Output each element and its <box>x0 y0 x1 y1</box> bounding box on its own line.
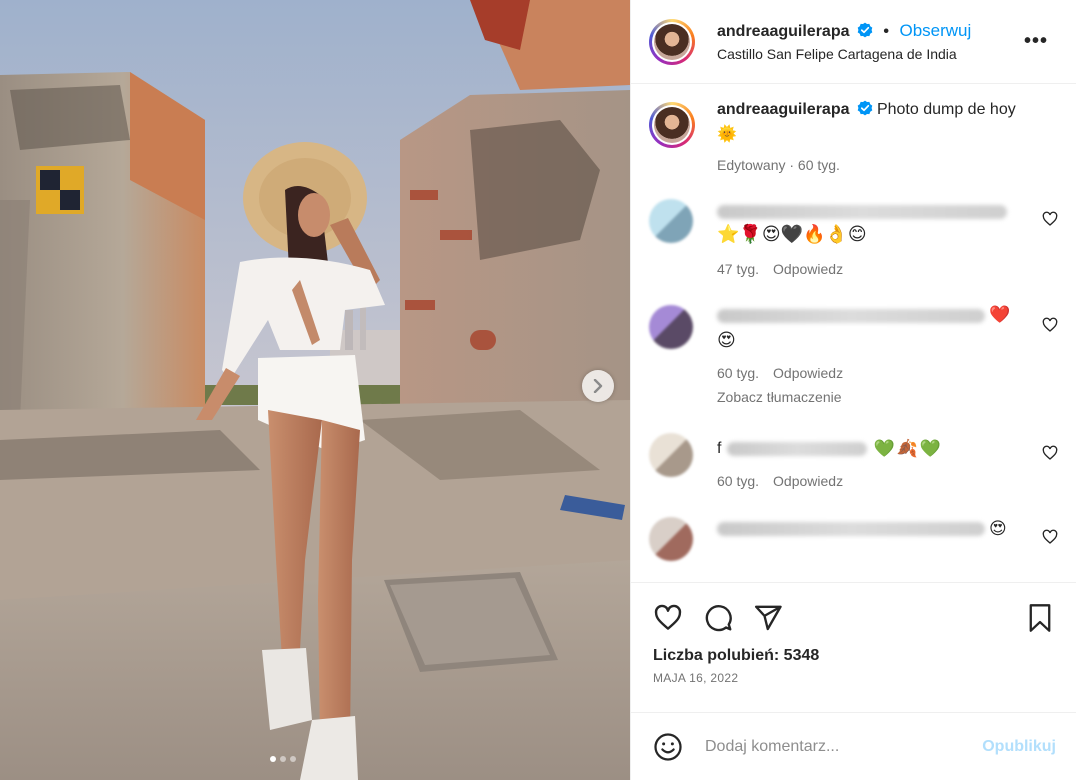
carousel-dot <box>270 756 276 762</box>
comment-trailing-emoji: 😍 <box>989 519 1007 539</box>
carousel-next-button[interactable] <box>582 370 614 402</box>
follow-button[interactable]: Obserwuj <box>899 21 971 40</box>
comment-button[interactable] <box>703 603 733 633</box>
blurred-username-prefix: f <box>717 440 722 457</box>
commenter-avatar[interactable] <box>649 517 693 561</box>
comment-trailing-emoji: ❤️ <box>989 305 1011 325</box>
publish-button[interactable]: Opublikuj <box>982 738 1056 756</box>
comment-input[interactable] <box>703 736 983 757</box>
post-side-panel: andreaaguilerapa • Obserwuj Castillo San… <box>630 0 1076 780</box>
comment-like-icon[interactable] <box>1042 317 1058 333</box>
commenter-avatar[interactable] <box>649 199 693 243</box>
comment-like-icon[interactable] <box>1042 445 1058 461</box>
author-username[interactable]: andreaaguilerapa <box>717 23 850 40</box>
blurred-username <box>717 205 1007 219</box>
commenter-avatar[interactable] <box>649 433 693 477</box>
post-date: MAJA 16, 2022 <box>653 671 739 685</box>
comment-meta: 47 tyg. Odpowiedz <box>717 261 1017 277</box>
action-icons <box>653 601 1054 635</box>
reply-button[interactable]: Odpowiedz <box>773 365 843 381</box>
comment-time[interactable]: 60 tyg. <box>717 473 759 489</box>
comment-item: ❤️ 😍 60 tyg. Odpowiedz Zobacz tłumaczenie <box>649 305 1058 405</box>
reply-button[interactable]: Odpowiedz <box>773 261 843 277</box>
emoji-picker-button[interactable] <box>653 732 683 762</box>
comment-meta: 60 tyg. Odpowiedz <box>717 365 1017 381</box>
verified-badge-icon <box>857 100 872 116</box>
comment-item: f 💚🍂💚 60 tyg. Odpowiedz <box>649 433 1058 489</box>
comment-trailing-emoji: 💚🍂💚 <box>873 439 943 459</box>
comment-meta: 60 tyg. Odpowiedz <box>717 473 1017 489</box>
comment-time[interactable]: 60 tyg. <box>717 365 759 381</box>
header-meta: andreaaguilerapa • Obserwuj Castillo San… <box>717 20 971 64</box>
sun-emoji: 🌞 <box>717 124 737 143</box>
bookmark-icon <box>1029 604 1051 632</box>
post-actions: Liczba polubień: 5348 MAJA 16, 2022 <box>631 582 1076 712</box>
commenter-avatar[interactable] <box>649 305 693 349</box>
add-comment-bar: Opublikuj <box>631 712 1076 780</box>
post-caption: andreaaguilerapa Photo dump de hoy 🌞 Edy… <box>649 98 1058 173</box>
blurred-username <box>717 522 985 536</box>
separator-dot: • <box>883 22 890 40</box>
caption-text: Photo dump de hoy <box>876 101 1016 118</box>
comment-like-icon[interactable] <box>1042 211 1058 227</box>
carousel-dot <box>290 756 296 762</box>
author-avatar[interactable] <box>649 18 695 65</box>
comment-like-icon[interactable] <box>1042 529 1058 545</box>
post-location[interactable]: Castillo San Felipe Cartagena de India <box>717 45 971 63</box>
photo-scene <box>0 0 630 780</box>
reply-button[interactable]: Odpowiedz <box>773 473 843 489</box>
comment-item: ⭐🌹😍🖤🔥👌😊 47 tyg. Odpowiedz <box>649 199 1058 277</box>
caption-edited-time: Edytowany · 60 tyg. <box>717 157 840 173</box>
instagram-post: andreaaguilerapa • Obserwuj Castillo San… <box>0 0 1076 780</box>
paper-plane-icon <box>754 605 782 631</box>
carousel-dot <box>280 756 286 762</box>
heart-icon <box>654 604 682 630</box>
save-button[interactable] <box>1026 603 1054 633</box>
post-header: andreaaguilerapa • Obserwuj Castillo San… <box>631 0 1076 84</box>
comment-emoji: 😍 <box>717 330 736 351</box>
comment-item: 😍 <box>649 517 1058 561</box>
post-photo[interactable] <box>0 0 630 780</box>
comment-icon <box>705 605 732 632</box>
avatar-image <box>654 107 690 143</box>
carousel-dots <box>270 756 296 762</box>
chevron-right-icon <box>593 379 603 393</box>
more-options-button[interactable]: ••• <box>1024 30 1048 53</box>
comment-emoji: ⭐🌹😍🖤🔥👌😊 <box>717 224 867 245</box>
smiley-icon <box>654 732 682 761</box>
see-translation-button[interactable]: Zobacz tłumaczenie <box>717 389 1017 405</box>
caption-avatar[interactable] <box>649 102 695 148</box>
avatar-image <box>654 23 690 60</box>
like-button[interactable] <box>653 603 683 633</box>
comments-list[interactable]: andreaaguilerapa Photo dump de hoy 🌞 Edy… <box>631 84 1076 582</box>
comment-time[interactable]: 47 tyg. <box>717 261 759 277</box>
caption-username[interactable]: andreaaguilerapa <box>717 101 850 118</box>
verified-badge-icon <box>857 22 873 37</box>
likes-count[interactable]: Liczba polubień: 5348 <box>653 647 1054 665</box>
blurred-username <box>717 309 985 323</box>
blurred-username <box>727 442 868 456</box>
share-button[interactable] <box>753 603 783 633</box>
